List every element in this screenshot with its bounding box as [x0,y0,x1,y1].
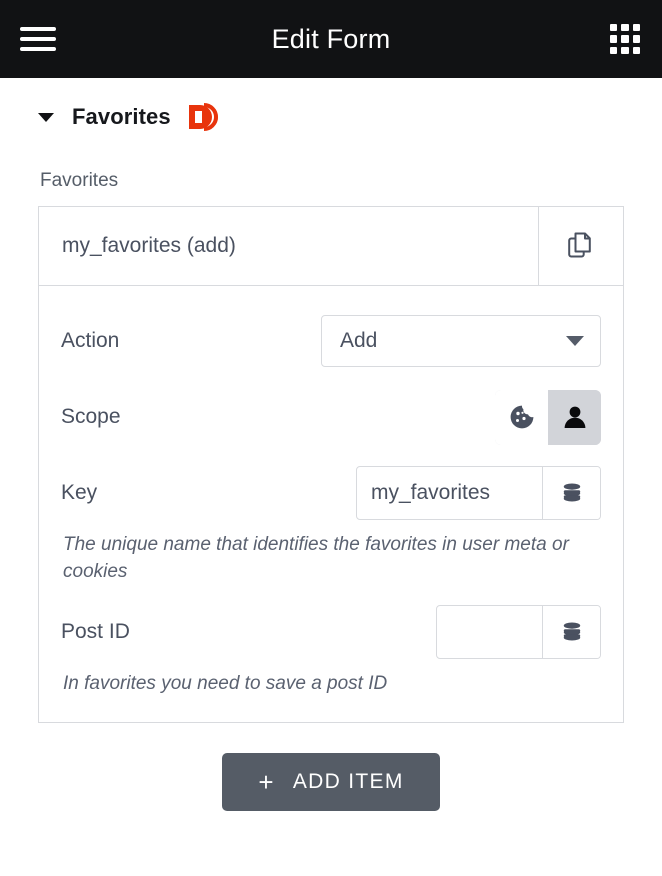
copy-icon[interactable] [538,207,623,285]
grid-apps-icon[interactable] [610,24,640,54]
add-item-label: ADD ITEM [292,769,404,793]
key-dynamic-data-icon[interactable] [542,467,600,519]
field-label: Favorites [40,170,119,191]
scope-control [495,389,601,445]
action-label: Action [61,329,120,352]
post-id-dynamic-data-icon[interactable] [542,606,600,659]
scope-option-user[interactable] [548,389,601,445]
post-id-help-text: In favorites you need to save a post ID [63,673,388,695]
row-action: Action Add [61,310,601,372]
repeater-control: my_favorites (add) Action Add Scope Key … [38,206,624,723]
repeater-item-title[interactable]: my_favorites (add) [39,207,538,285]
database-icon [563,622,580,641]
database-icon [563,483,580,502]
cookie-icon [510,405,533,429]
key-input[interactable] [357,467,542,519]
key-help-text: The unique name that identifies the favo… [63,534,569,582]
key-label: Key [61,481,98,504]
favorites-field: Favorites my_favorites (add) Action Add … [0,170,662,811]
action-select-value: Add [340,329,378,352]
top-app-bar: Edit Form [0,0,662,78]
page-title: Edit Form [271,23,391,54]
section-header: Favorites [0,78,662,132]
add-item-row: + ADD ITEM [38,752,624,811]
action-select[interactable]: Add [321,315,601,367]
hamburger-menu-icon[interactable] [20,24,60,54]
section-title: Favorites [72,104,171,129]
repeater-item-header: my_favorites (add) [39,207,623,286]
post-id-input[interactable] [437,606,542,659]
scope-option-cookie[interactable] [495,389,548,445]
crocoblock-d-logo-icon [187,102,223,132]
caret-down-icon[interactable] [38,112,54,122]
key-input-group [356,466,601,520]
post-id-control [436,605,601,660]
scope-toggle-group [495,389,601,445]
action-control: Add [321,315,601,367]
post-id-input-group [436,605,601,660]
row-key: Key [61,462,601,524]
user-icon [564,406,585,428]
add-item-button[interactable]: + ADD ITEM [222,752,440,811]
app-screen: Edit Form Favorites Favorites my_favorit… [0,0,662,876]
scope-label: Scope [61,405,121,428]
select-caret-down-icon [566,336,584,346]
key-control [356,466,601,520]
post-id-label: Post ID [61,620,130,644]
plus-icon: + [258,766,275,797]
repeater-item-body: Action Add Scope Key my_favorites The un… [39,286,623,722]
row-scope: Scope [61,386,601,448]
row-post-id: Post ID [61,601,601,663]
